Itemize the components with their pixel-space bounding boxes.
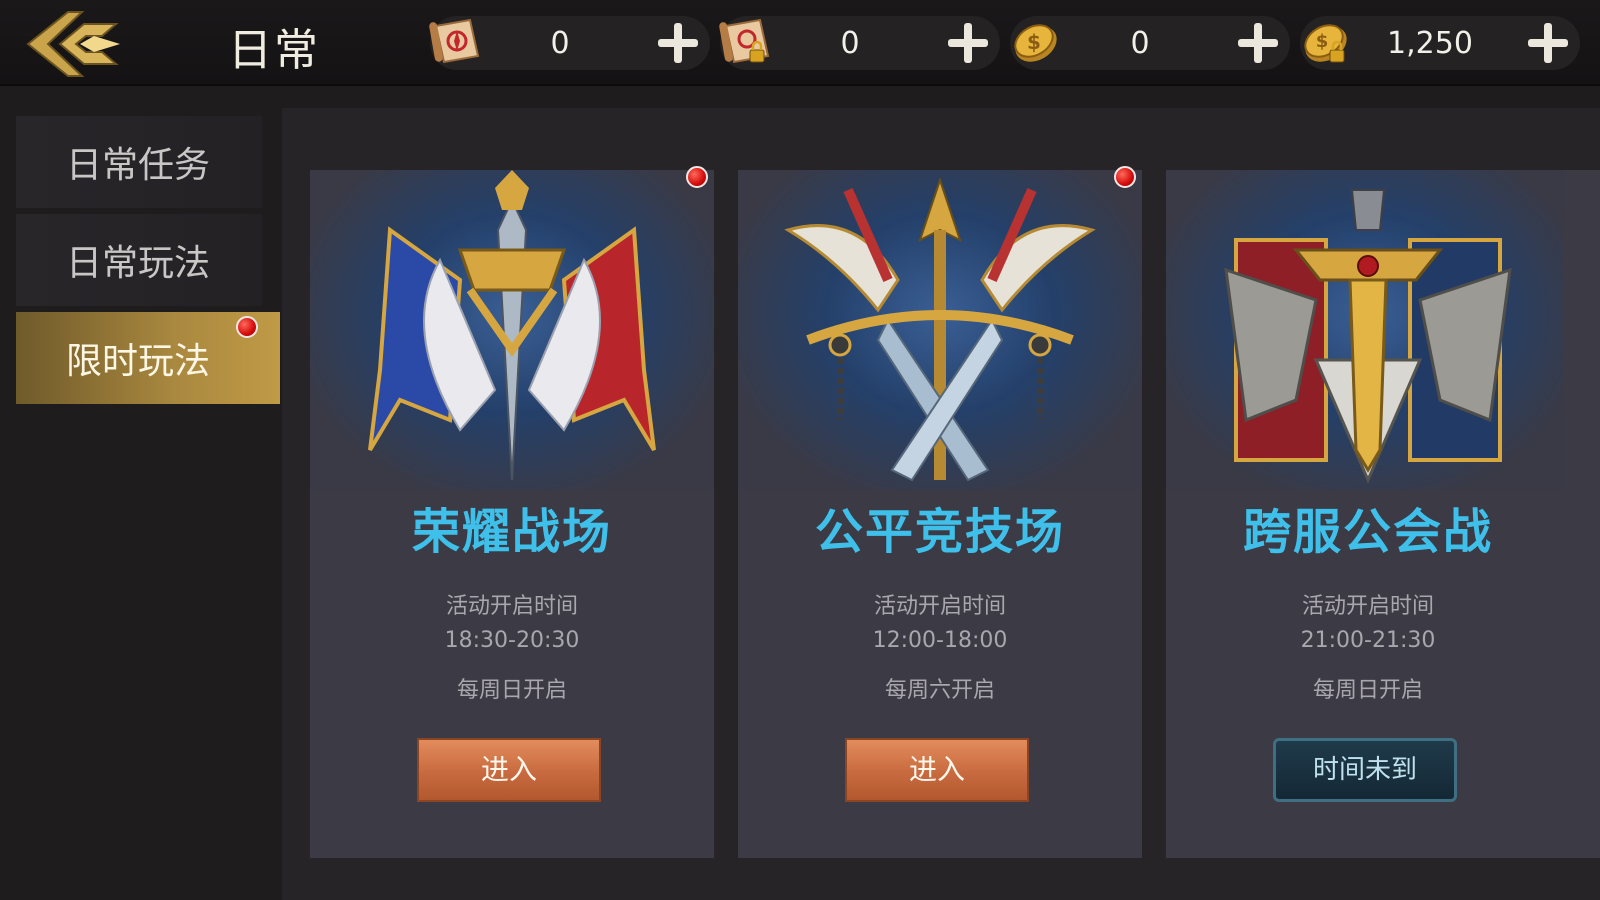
scroll-count: 0 bbox=[550, 26, 570, 61]
schedule-days: 每周日开启 bbox=[1312, 678, 1423, 703]
svg-text:$: $ bbox=[1027, 30, 1041, 54]
card-title: 荣耀战场 bbox=[411, 504, 612, 560]
notification-badge bbox=[686, 166, 708, 188]
schedule-days: 每周日开启 bbox=[456, 678, 567, 703]
back-button[interactable] bbox=[20, 6, 130, 82]
sidebar-item-label: 日常任务 bbox=[66, 145, 211, 186]
back-arrow-icon bbox=[26, 11, 120, 77]
sidebar-item-limited-gameplay[interactable]: 限时玩法 bbox=[16, 312, 280, 404]
activity-card-cross-server-guild-war: 跨服公会战 活动开启时间 21:00-21:30 每周日开启 时间未到 bbox=[1166, 170, 1570, 858]
add-gold-coin-button[interactable] bbox=[1236, 21, 1280, 65]
sidebar-item-label: 日常玩法 bbox=[66, 243, 211, 284]
top-bar: 日常 0 0 $ 0 $ 1,250 bbox=[0, 0, 1600, 86]
next-activity-card-edge[interactable] bbox=[1564, 170, 1600, 858]
enter-button[interactable]: 进入 bbox=[417, 738, 601, 802]
cross-server-guild-war-emblem-icon bbox=[1224, 189, 1512, 484]
time-range: 21:00-21:30 bbox=[1300, 628, 1436, 653]
enter-button[interactable]: 进入 bbox=[845, 738, 1029, 802]
sidebar: 日常任务 日常玩法 限时玩法 bbox=[0, 96, 282, 900]
card-title: 跨服公会战 bbox=[1242, 504, 1493, 560]
sidebar-item-label: 限时玩法 bbox=[66, 341, 211, 382]
sidebar-item-daily-tasks[interactable]: 日常任务 bbox=[16, 116, 262, 208]
time-range: 12:00-18:00 bbox=[872, 628, 1008, 653]
svg-text:$: $ bbox=[1316, 31, 1329, 52]
notification-badge bbox=[1114, 166, 1136, 188]
time-not-reached-button[interactable]: 时间未到 bbox=[1273, 738, 1457, 802]
gold-coin-icon: $ bbox=[1014, 24, 1057, 62]
card-title: 公平竞技场 bbox=[814, 504, 1065, 560]
card-art bbox=[738, 170, 1142, 490]
time-label: 活动开启时间 bbox=[445, 594, 578, 619]
activity-card-fair-arena: 公平竞技场 活动开启时间 12:00-18:00 每周六开启 进入 bbox=[738, 170, 1142, 858]
card-art bbox=[1166, 170, 1570, 490]
activity-card-glory-battlefield: 荣耀战场 活动开启时间 18:30-20:30 每周日开启 进入 bbox=[310, 170, 714, 858]
scroll-icon bbox=[429, 18, 480, 64]
page-title: 日常 bbox=[228, 25, 320, 76]
locked-scroll-icon bbox=[719, 18, 770, 64]
gold-coin-count: 0 bbox=[1130, 26, 1150, 61]
time-label: 活动开启时间 bbox=[1301, 594, 1434, 619]
time-range: 18:30-20:30 bbox=[444, 628, 580, 653]
add-locked-gold-coin-button[interactable] bbox=[1526, 21, 1570, 65]
time-label: 活动开启时间 bbox=[873, 594, 1006, 619]
locked-gold-coin-icon: $ bbox=[1304, 24, 1347, 63]
locked-gold-coin-count: 1,250 bbox=[1387, 26, 1473, 61]
schedule-days: 每周六开启 bbox=[884, 678, 995, 703]
locked-scroll-count: 0 bbox=[840, 26, 860, 61]
resource-scroll: 0 bbox=[429, 16, 710, 70]
fair-arena-emblem-icon bbox=[784, 176, 1096, 482]
card-art bbox=[310, 170, 714, 490]
sidebar-item-daily-gameplay[interactable]: 日常玩法 bbox=[16, 214, 262, 306]
notification-badge bbox=[236, 316, 258, 338]
glory-battlefield-emblem-icon bbox=[368, 170, 656, 481]
resource-gold-coin: $ 0 bbox=[1010, 16, 1290, 70]
add-scroll-button[interactable] bbox=[656, 21, 700, 65]
resource-locked-scroll: 0 bbox=[719, 16, 1000, 70]
resource-locked-gold-coin: $ 1,250 bbox=[1300, 16, 1580, 70]
add-locked-scroll-button[interactable] bbox=[946, 21, 990, 65]
